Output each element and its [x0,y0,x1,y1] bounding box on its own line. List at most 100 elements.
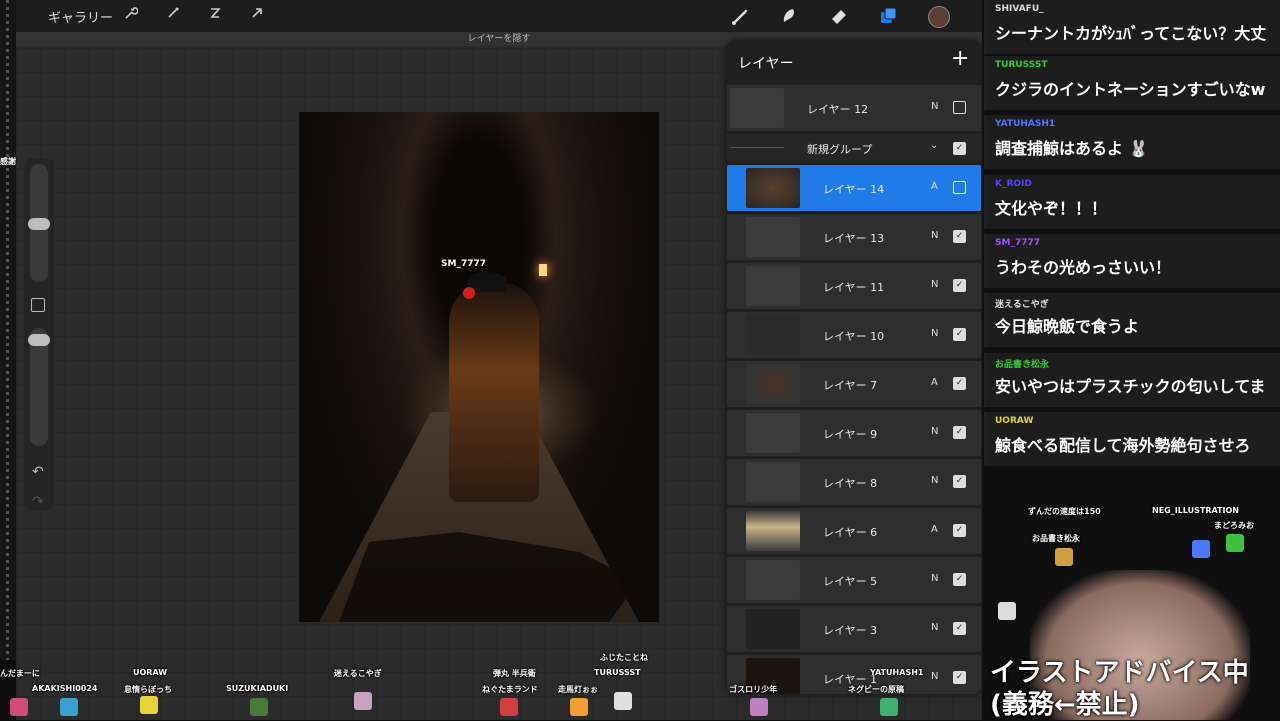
visibility-checkbox[interactable]: ✓ [953,279,966,292]
artwork-canvas[interactable] [299,112,659,622]
smudge-icon[interactable] [777,4,801,28]
blend-mode[interactable]: A [931,524,938,535]
visibility-checkbox[interactable]: ✓ [953,426,966,439]
chat-text: 調査捕鯨はあるよ 🐰 [995,139,1149,158]
layer-thumbnail [746,609,800,649]
layer-thumbnail [730,88,784,128]
group-row[interactable]: 新規グループ ⌄ ✓ [727,134,981,162]
brush-size-slider[interactable] [28,164,50,282]
undo-icon[interactable]: ↶ [32,464,44,480]
layer-row[interactable]: レイヤー 3 N ✓ [727,606,981,652]
layer-row[interactable]: レイヤー 6 A ✓ [727,508,981,554]
chat-text: シーナントカがｼｭﾊﾞってこない？大丈 [995,24,1267,43]
overlay-viewer-name: ネグビーの原稿 [848,685,904,694]
blend-mode[interactable]: A [931,377,938,388]
blend-mode[interactable]: N [931,573,938,584]
layer-row[interactable]: レイヤー 13 N ✓ [727,214,981,260]
viewer-avatar [10,698,28,716]
overlay-viewer-name: 怠惰らぼっち [124,685,172,694]
red-flower [463,287,475,299]
overlay-viewer-name: ふじたことね [600,653,648,662]
opacity-slider[interactable] [28,328,50,446]
blend-mode[interactable]: N [931,328,938,339]
blend-mode[interactable]: N [931,230,938,241]
chat-username: K_ROID [995,179,1032,189]
wrench-icon[interactable] [120,5,142,27]
overlay-viewer-name: YATUHASH1 [870,668,924,677]
layer-name: レイヤー 12 [807,103,869,116]
layer-row[interactable]: レイヤー 10 N ✓ [727,312,981,358]
visibility-checkbox[interactable]: ✓ [953,622,966,635]
layer-thumbnail [746,168,800,208]
viewer-avatar [998,602,1016,620]
blend-mode[interactable]: A [931,181,938,192]
chat-username: 迷えるこやぎ [995,300,1049,310]
visibility-checkbox[interactable]: ✓ [953,142,966,155]
layer-name: レイヤー 11 [823,281,885,294]
layer-thumbnail [746,462,800,502]
layer-row-selected[interactable]: レイヤー 14 A [727,165,981,211]
layer-row[interactable]: レイヤー 8 N ✓ [727,459,981,505]
overlay-viewer-name: 感謝 [0,157,16,166]
overlay-viewer-name: んだまーに [0,669,40,678]
visibility-checkbox[interactable]: ✓ [953,524,966,537]
visibility-checkbox[interactable]: ✓ [953,230,966,243]
viewer-avatar [250,698,268,716]
visibility-checkbox[interactable]: ✓ [953,377,966,390]
layer-row[interactable]: レイヤー 9 N ✓ [727,410,981,456]
chat-text: うわその光めっさいい！ [995,258,1172,277]
character-figure [449,282,539,502]
layers-panel: レイヤー + レイヤー 12 N 新規グループ ⌄ ✓ レイヤー 14 A レイ… [726,40,982,694]
lantern [539,264,547,276]
layer-row[interactable]: レイヤー 12 N [727,85,981,131]
overlay-viewer-name: ゴスロリ少年 [729,685,778,694]
chat-message: SM_7777 うわその光めっさいい！ [984,234,1280,288]
visibility-checkbox[interactable] [953,101,966,114]
add-layer-button[interactable]: + [951,48,969,70]
layer-row[interactable]: レイヤー 5 N ✓ [727,557,981,603]
viewer-avatar [1226,534,1244,552]
modify-square-button[interactable] [31,298,45,312]
magic-wand-icon[interactable] [162,5,184,27]
gallery-button[interactable]: ギャラリー [48,7,113,26]
eraser-icon[interactable] [827,4,851,28]
brush-size-knob[interactable] [28,218,50,230]
viewer-avatar [500,698,518,716]
viewer-avatar [354,692,372,710]
blend-mode[interactable]: N [931,279,938,290]
layer-thumbnail [746,560,800,600]
layer-row[interactable]: レイヤー 7 A ✓ [727,361,981,407]
color-picker-swatch[interactable] [928,6,950,28]
film-strip-edge [0,0,17,660]
visibility-checkbox[interactable]: ✓ [953,475,966,488]
brush-icon[interactable] [729,4,753,28]
transform-arrow-icon[interactable] [246,5,268,27]
chat-username: SM_7777 [995,238,1040,248]
blend-mode[interactable]: N [931,101,938,112]
overlay-viewer-name: SUZUKIADUKI [226,684,289,693]
chat-text: 鯨食べる配信して海外勢絶句させろ [995,436,1251,455]
visibility-checkbox[interactable]: ✓ [953,328,966,341]
selection-icon[interactable] [204,5,226,27]
blend-mode[interactable]: N [931,475,938,486]
redo-icon[interactable]: ↷ [32,494,44,510]
chat-message: YATUHASH1 調査捕鯨はあるよ 🐰 [984,115,1280,169]
overlay-viewer-name: AKAKISHI0024 [32,684,98,693]
layer-row[interactable]: レイヤー 11 N ✓ [727,263,981,309]
chevron-down-icon[interactable]: ⌄ [930,140,938,151]
visibility-checkbox[interactable]: ✓ [953,671,966,684]
layer-name: レイヤー 10 [823,330,885,343]
blend-mode[interactable]: N [931,671,938,682]
layer-name: レイヤー 3 [823,624,878,637]
viewer-avatar [880,698,898,716]
layer-thumbnail [746,413,800,453]
layers-title: レイヤー [738,56,794,72]
layers-icon[interactable] [876,4,900,28]
visibility-checkbox[interactable]: ✓ [953,573,966,586]
layer-thumbnail [746,511,800,551]
visibility-checkbox[interactable] [953,181,966,194]
overlay-viewer-name: NEG_ILLUSTRATION [1152,506,1239,515]
blend-mode[interactable]: N [931,622,938,633]
blend-mode[interactable]: N [931,426,938,437]
opacity-knob[interactable] [28,334,50,346]
